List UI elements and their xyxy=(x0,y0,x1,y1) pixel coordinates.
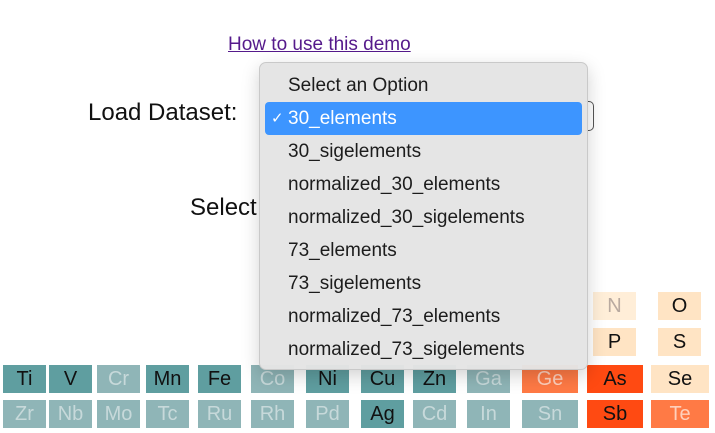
element-cell-se[interactable]: Se xyxy=(651,365,709,393)
element-cell-te[interactable]: Te xyxy=(651,400,709,428)
element-cell-tc[interactable]: Tc xyxy=(146,400,189,428)
element-cell-p[interactable]: P xyxy=(593,328,636,356)
dropdown-option[interactable]: 73_sigelements xyxy=(265,267,582,300)
element-cell-nb[interactable]: Nb xyxy=(49,400,92,428)
help-link[interactable]: How to use this demo xyxy=(228,34,411,56)
option-label: 73_sigelements xyxy=(288,273,422,294)
dropdown-option[interactable]: Select an Option xyxy=(265,69,582,102)
load-dataset-label: Load Dataset: xyxy=(88,99,238,126)
element-cell-sb[interactable]: Sb xyxy=(587,400,643,428)
dropdown-option-selected[interactable]: ✓ 30_elements xyxy=(265,102,582,135)
element-cell-zr[interactable]: Zr xyxy=(3,400,46,428)
dataset-dropdown-menu[interactable]: Select an Option ✓ 30_elements 30_sigelem… xyxy=(259,62,588,370)
option-label: normalized_73_elements xyxy=(288,306,501,327)
dropdown-option[interactable]: normalized_73_sigelements xyxy=(265,333,582,366)
element-cell-s[interactable]: S xyxy=(658,328,701,356)
option-label: normalized_73_sigelements xyxy=(288,339,525,360)
element-cell-pd[interactable]: Pd xyxy=(306,400,349,428)
element-cell-ti[interactable]: Ti xyxy=(3,365,46,393)
element-cell-mo[interactable]: Mo xyxy=(97,400,140,428)
element-cell-n[interactable]: N xyxy=(593,292,636,320)
dropdown-option[interactable]: 73_elements xyxy=(265,234,582,267)
element-cell-ru[interactable]: Ru xyxy=(198,400,241,428)
dropdown-option[interactable]: normalized_73_elements xyxy=(265,300,582,333)
option-label: normalized_30_elements xyxy=(288,174,501,195)
element-cell-o[interactable]: O xyxy=(658,292,701,320)
dropdown-option[interactable]: normalized_30_sigelements xyxy=(265,201,582,234)
select-label: Select xyxy=(190,194,257,221)
option-label: 30_elements xyxy=(288,108,397,129)
element-cell-ag[interactable]: Ag xyxy=(361,400,404,428)
element-cell-rh[interactable]: Rh xyxy=(251,400,294,428)
element-cell-cd[interactable]: Cd xyxy=(413,400,456,428)
option-label: normalized_30_sigelements xyxy=(288,207,525,228)
element-cell-sn[interactable]: Sn xyxy=(522,400,578,428)
element-cell-mn[interactable]: Mn xyxy=(146,365,189,393)
element-cell-cr[interactable]: Cr xyxy=(97,365,140,393)
element-cell-as[interactable]: As xyxy=(587,365,643,393)
option-label: 30_sigelements xyxy=(288,141,422,162)
option-label: Select an Option xyxy=(288,75,429,96)
option-label: 73_elements xyxy=(288,240,397,261)
dropdown-option[interactable]: 30_sigelements xyxy=(265,135,582,168)
checkmark-icon: ✓ xyxy=(271,110,284,127)
element-cell-v[interactable]: V xyxy=(49,365,92,393)
dropdown-option[interactable]: normalized_30_elements xyxy=(265,168,582,201)
element-cell-in[interactable]: In xyxy=(467,400,510,428)
element-cell-fe[interactable]: Fe xyxy=(198,365,241,393)
